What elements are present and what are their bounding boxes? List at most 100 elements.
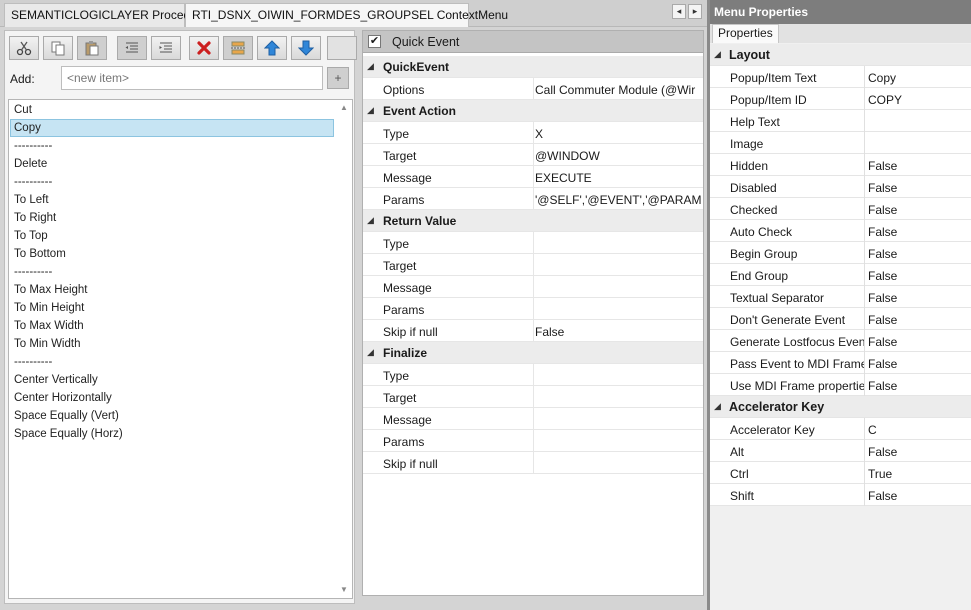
property-value[interactable]: False — [868, 159, 968, 173]
list-item[interactable]: Center Vertically — [10, 371, 334, 389]
property-row-ctrl[interactable]: Ctrl True — [710, 462, 971, 484]
property-row-begin-group[interactable]: Begin Group False — [710, 242, 971, 264]
property-row-shift[interactable]: Shift False — [710, 484, 971, 506]
list-item[interactable]: To Left — [10, 191, 334, 209]
property-row-checked[interactable]: Checked False — [710, 198, 971, 220]
property-row-help-text[interactable]: Help Text — [710, 110, 971, 132]
property-value[interactable]: True — [868, 467, 968, 481]
list-item[interactable]: Space Equally (Vert) — [10, 407, 334, 425]
move-down-button[interactable] — [291, 36, 321, 60]
property-row-type[interactable]: Type — [363, 364, 703, 386]
list-item[interactable]: Delete — [10, 155, 334, 173]
collapse-icon[interactable]: ◢ — [367, 61, 374, 72]
property-row-params[interactable]: Params — [363, 298, 703, 320]
list-item[interactable]: To Top — [10, 227, 334, 245]
category-layout[interactable]: ◢ Layout — [710, 44, 971, 66]
property-value[interactable]: False — [868, 379, 968, 393]
property-value[interactable]: False — [868, 445, 968, 459]
property-row-target[interactable]: Target — [363, 254, 703, 276]
category-event-action[interactable]: ◢ Event Action — [363, 100, 703, 122]
quick-event-checkbox[interactable]: ✔ — [368, 35, 381, 48]
tab-scroll-right-button[interactable]: ▸ — [688, 4, 702, 19]
blank-toolbar-button[interactable] — [327, 36, 357, 60]
property-value[interactable]: False — [868, 489, 968, 503]
property-value[interactable]: False — [868, 247, 968, 261]
list-item[interactable]: To Min Height — [10, 299, 334, 317]
property-value[interactable]: EXECUTE — [535, 171, 701, 185]
property-row-type[interactable]: Type — [363, 232, 703, 254]
scroll-up-icon[interactable]: ▲ — [337, 101, 351, 115]
property-row-target[interactable]: Target @WINDOW — [363, 144, 703, 166]
property-row-skip-if-null[interactable]: Skip if null False — [363, 320, 703, 342]
property-row-image[interactable]: Image — [710, 132, 971, 154]
property-row-type[interactable]: Type X — [363, 122, 703, 144]
property-value[interactable]: False — [868, 313, 968, 327]
property-row-auto-check[interactable]: Auto Check False — [710, 220, 971, 242]
property-value[interactable]: False — [868, 203, 968, 217]
property-value[interactable]: False — [868, 225, 968, 239]
new-item-input[interactable]: <new item> — [61, 66, 323, 90]
property-row-accelerator-key[interactable]: Accelerator Key C — [710, 418, 971, 440]
tab-scroll-left-button[interactable]: ◂ — [672, 4, 686, 19]
property-value[interactable]: False — [868, 357, 968, 371]
indent-button[interactable] — [151, 36, 181, 60]
menu-items-list[interactable]: Cut Copy ---------- Delete ---------- To Left… — [8, 99, 353, 599]
property-row-popup-item-id[interactable]: Popup/Item ID COPY — [710, 88, 971, 110]
add-item-button[interactable]: + — [327, 67, 349, 89]
property-row-skip-if-null[interactable]: Skip if null — [363, 452, 703, 474]
property-row-alt[interactable]: Alt False — [710, 440, 971, 462]
tab-contextmenu[interactable]: RTI_DSNX_OIWIN_FORMDES_GROUPSEL ContextM… — [185, 3, 508, 27]
tab-properties[interactable]: Properties — [712, 24, 779, 43]
property-value[interactable]: Call Commuter Module (@Wir — [535, 83, 701, 97]
property-row-options[interactable]: Options Call Commuter Module (@Wir — [363, 78, 703, 100]
property-row-generate-lostfocus-event[interactable]: Generate Lostfocus Event False — [710, 330, 971, 352]
property-row-disabled[interactable]: Disabled False — [710, 176, 971, 198]
list-item[interactable]: ---------- — [10, 353, 334, 371]
category-finalize[interactable]: ◢ Finalize — [363, 342, 703, 364]
list-item[interactable]: To Max Width — [10, 317, 334, 335]
property-row-params[interactable]: Params '@SELF','@EVENT','@PARAM1' — [363, 188, 703, 210]
move-up-button[interactable] — [257, 36, 287, 60]
property-row-end-group[interactable]: End Group False — [710, 264, 971, 286]
property-value[interactable]: False — [868, 269, 968, 283]
list-item[interactable]: Cut — [10, 101, 334, 119]
tab-semanticlogiclayer-procedure[interactable]: SEMANTICLOGICLAYER Procedure — [4, 3, 208, 27]
list-item[interactable]: Copy — [10, 119, 334, 137]
list-item[interactable]: Space Equally (Horz) — [10, 425, 334, 443]
property-row-message[interactable]: Message — [363, 408, 703, 430]
list-item[interactable]: Center Horizontally — [10, 389, 334, 407]
copy-button[interactable] — [43, 36, 73, 60]
collapse-icon[interactable]: ◢ — [367, 105, 374, 116]
scroll-down-icon[interactable]: ▼ — [337, 583, 351, 597]
property-row-pass-event-to-mdi-frame[interactable]: Pass Event to MDI Frame False — [710, 352, 971, 374]
insert-separator-button[interactable] — [223, 36, 253, 60]
list-item[interactable]: ---------- — [10, 263, 334, 281]
property-row-message[interactable]: Message EXECUTE — [363, 166, 703, 188]
property-row-don-t-generate-event[interactable]: Don't Generate Event False — [710, 308, 971, 330]
collapse-icon[interactable]: ◢ — [367, 215, 374, 226]
category-quickevent[interactable]: ◢ QuickEvent — [363, 56, 703, 78]
property-value[interactable]: COPY — [868, 93, 968, 107]
list-item[interactable]: ---------- — [10, 173, 334, 191]
category-accelerator-key[interactable]: ◢ Accelerator Key — [710, 396, 971, 418]
property-value[interactable]: False — [868, 291, 968, 305]
collapse-icon[interactable]: ◢ — [714, 401, 721, 412]
property-row-message[interactable]: Message — [363, 276, 703, 298]
list-item[interactable]: To Min Width — [10, 335, 334, 353]
list-item[interactable]: To Right — [10, 209, 334, 227]
property-value[interactable]: False — [535, 325, 701, 339]
property-row-textual-separator[interactable]: Textual Separator False — [710, 286, 971, 308]
property-row-hidden[interactable]: Hidden False — [710, 154, 971, 176]
list-item[interactable]: To Max Height — [10, 281, 334, 299]
property-row-params[interactable]: Params — [363, 430, 703, 452]
property-value[interactable]: C — [868, 423, 968, 437]
outdent-button[interactable] — [117, 36, 147, 60]
category-return-value[interactable]: ◢ Return Value — [363, 210, 703, 232]
list-scrollbar[interactable]: ▲ ▼ — [337, 101, 351, 597]
property-value[interactable]: X — [535, 127, 701, 141]
paste-button[interactable] — [77, 36, 107, 60]
property-value[interactable]: False — [868, 335, 968, 349]
collapse-icon[interactable]: ◢ — [367, 347, 374, 358]
list-item[interactable]: ---------- — [10, 137, 334, 155]
delete-button[interactable] — [189, 36, 219, 60]
